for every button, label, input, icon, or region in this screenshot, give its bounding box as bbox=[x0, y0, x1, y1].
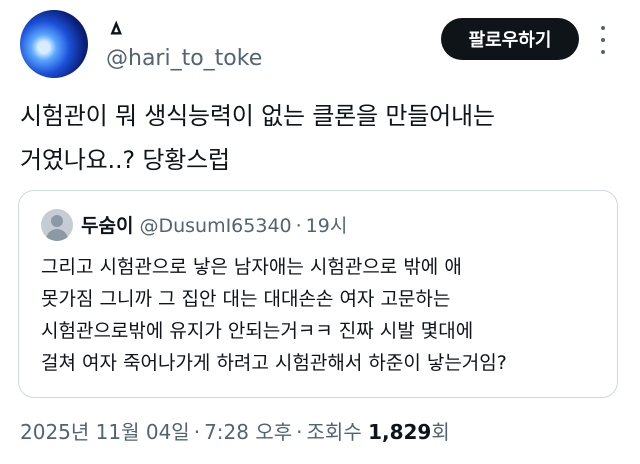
quote-dot: · bbox=[295, 215, 302, 237]
quote-display-name[interactable]: 두숨이 bbox=[81, 215, 133, 237]
meta-separator: · bbox=[296, 420, 303, 444]
tweet-text: 시험관이 뭐 생식능력이 없는 클론을 만들어내는 거였나요..? 당황스럽 bbox=[20, 94, 620, 182]
quote-line: 걸쳐 여자 죽어나가게 하려고 시험관해서 하준이 낳는거임? bbox=[41, 352, 507, 374]
tweet-time[interactable]: 7:28 오후 bbox=[204, 420, 292, 444]
author-handle[interactable]: @hari_to_toke bbox=[106, 46, 262, 71]
quote-header: 두숨이 @DusumI65340 · 19시 bbox=[81, 211, 347, 238]
quote-handle[interactable]: @DusumI65340 bbox=[139, 215, 291, 237]
views-suffix: 회 bbox=[431, 420, 450, 444]
tweet-meta: 2025년 11월 04일 · 7:28 오후 · 조회수 1,829회 bbox=[20, 416, 450, 445]
quote-line: 시험관으로밖에 유지가 안되는거ㅋㅋ 진짜 시발 몇대에 bbox=[41, 320, 474, 342]
tweet-line: 거였나요..? 당황스럽 bbox=[20, 146, 230, 174]
meta-separator: · bbox=[193, 420, 201, 444]
tweet-line: 시험관이 뭐 생식능력이 없는 클론을 만들어내는 bbox=[20, 102, 495, 130]
views-count: 1,829 bbox=[368, 420, 432, 444]
views-label: 조회수 bbox=[306, 420, 362, 444]
quote-time[interactable]: 19시 bbox=[306, 215, 348, 237]
author-avatar[interactable] bbox=[20, 10, 88, 78]
quote-line: 그리고 시험관으로 낳은 남자애는 시험관으로 밖에 애 bbox=[41, 256, 462, 278]
quote-line: 못가짐 그니까 그 집안 대는 대대손손 여자 고문하는 bbox=[41, 288, 451, 310]
follow-button[interactable]: 팔로우하기 bbox=[441, 18, 579, 60]
quoted-tweet[interactable]: 두숨이 @DusumI65340 · 19시 그리고 시험관으로 낳은 남자애는 시험… bbox=[18, 190, 618, 398]
author-display-name[interactable]: ㅿ bbox=[106, 12, 126, 44]
default-avatar-icon[interactable] bbox=[41, 209, 73, 241]
more-vertical-icon[interactable] bbox=[598, 26, 608, 54]
quote-text: 그리고 시험관으로 낳은 남자애는 시험관으로 밖에 애 못가짐 그니까 그 집… bbox=[41, 251, 601, 379]
tweet-date[interactable]: 2025년 11월 04일 bbox=[20, 420, 190, 444]
